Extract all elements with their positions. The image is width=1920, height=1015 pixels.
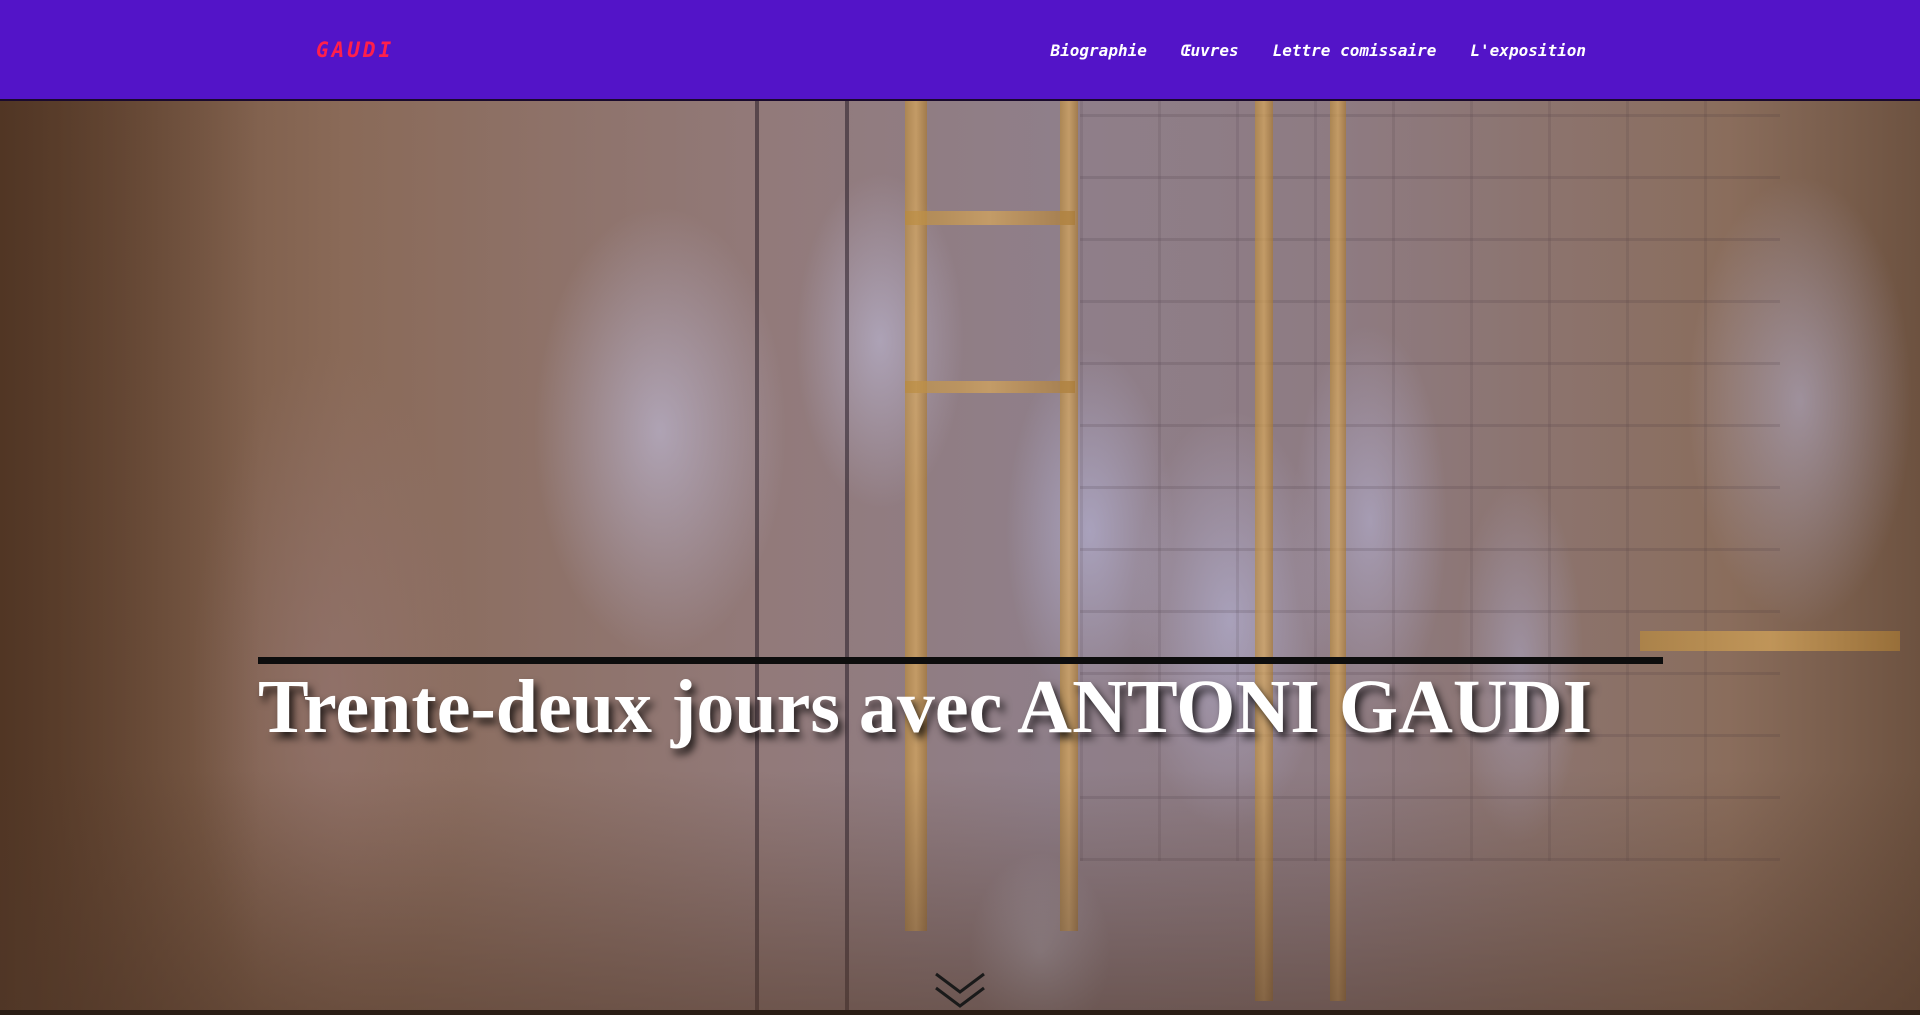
nav-link-exposition[interactable]: L'exposition — [1470, 41, 1586, 60]
nav-item-biographie: Biographie — [1051, 41, 1147, 61]
main-nav: Biographie Œuvres Lettre comissaire L'ex… — [1051, 41, 1586, 61]
title-divider — [258, 657, 1663, 664]
chevron-down-icon[interactable] — [930, 970, 990, 1010]
wooden-frame — [1640, 631, 1900, 651]
wooden-crossbar — [905, 211, 1075, 225]
wooden-crossbar — [905, 381, 1075, 393]
nav-item-lettre-comissaire: Lettre comissaire — [1273, 41, 1437, 61]
top-navbar: GAUDI Biographie Œuvres Lettre comissair… — [0, 0, 1920, 101]
site-logo[interactable]: GAUDI — [316, 38, 394, 62]
nav-link-lettre-comissaire[interactable]: Lettre comissaire — [1273, 41, 1437, 60]
nav-item-exposition: L'exposition — [1470, 41, 1586, 61]
hero-section: Trente-deux jours avec ANTONI GAUDI — [0, 101, 1920, 1010]
hero-title: Trente-deux jours avec ANTONI GAUDI — [258, 665, 1593, 749]
nav-link-biographie[interactable]: Biographie — [1051, 41, 1147, 60]
hero-title-block: Trente-deux jours avec ANTONI GAUDI — [258, 657, 1663, 748]
nav-link-oeuvres[interactable]: Œuvres — [1181, 41, 1239, 60]
nav-item-oeuvres: Œuvres — [1181, 41, 1239, 61]
